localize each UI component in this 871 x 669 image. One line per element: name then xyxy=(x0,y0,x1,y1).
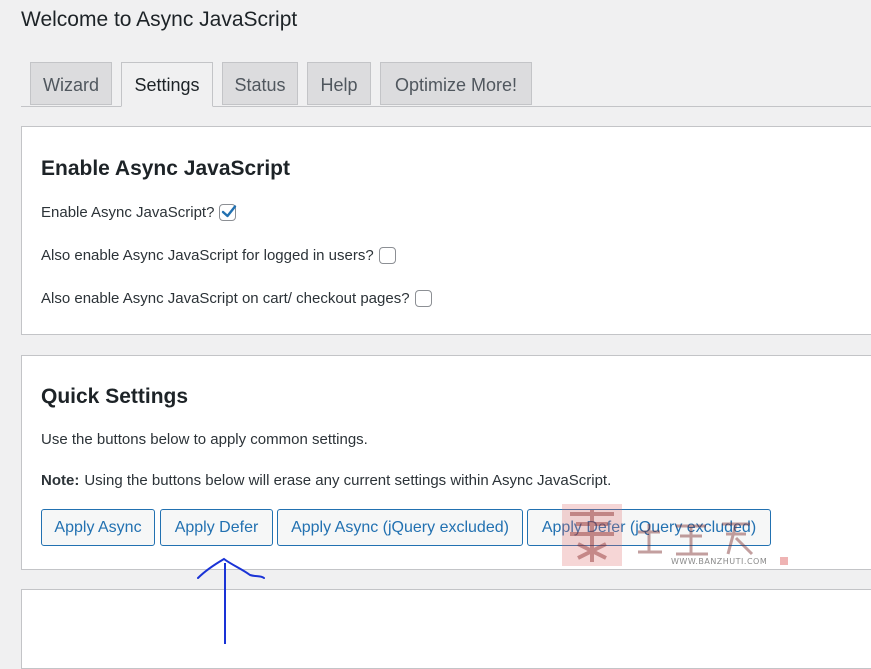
option-cart-checkout-label: Also enable Async JavaScript on cart/ ch… xyxy=(41,290,410,307)
option-logged-in-users: Also enable Async JavaScript for logged … xyxy=(41,247,396,264)
page-title: Welcome to Async JavaScript xyxy=(21,8,298,31)
logged-in-users-checkbox[interactable] xyxy=(378,247,396,264)
check-icon xyxy=(222,205,237,218)
apply-defer-button[interactable]: Apply Defer xyxy=(160,509,273,546)
tab-settings[interactable]: Settings xyxy=(121,62,213,107)
option-logged-in-users-label: Also enable Async JavaScript for logged … xyxy=(41,247,374,264)
option-enable-async-label: Enable Async JavaScript? xyxy=(41,204,215,221)
apply-async-button[interactable]: Apply Async xyxy=(41,509,155,546)
cart-checkout-checkbox[interactable] xyxy=(414,290,432,307)
apply-defer-jquery-excluded-button[interactable]: Apply Defer (jQuery excluded) xyxy=(527,509,771,546)
quick-settings-card: Quick Settings Use the buttons below to … xyxy=(21,355,871,570)
enable-async-card: Enable Async JavaScript Enable Async Jav… xyxy=(21,126,871,335)
tab-optimize-more[interactable]: Optimize More! xyxy=(380,62,532,105)
note-label: Note: xyxy=(41,472,80,489)
quick-settings-note: Note: Using the buttons below will erase… xyxy=(41,472,611,489)
enable-async-heading: Enable Async JavaScript xyxy=(41,157,291,180)
next-card xyxy=(21,589,871,669)
option-cart-checkout: Also enable Async JavaScript on cart/ ch… xyxy=(41,290,432,307)
tab-status[interactable]: Status xyxy=(222,62,298,105)
tab-wizard[interactable]: Wizard xyxy=(30,62,112,105)
apply-async-jquery-excluded-button[interactable]: Apply Async (jQuery excluded) xyxy=(277,509,523,546)
quick-settings-heading: Quick Settings xyxy=(41,385,189,408)
note-text: Using the buttons below will erase any c… xyxy=(84,472,612,489)
tab-help[interactable]: Help xyxy=(307,62,371,105)
settings-tabs: Wizard Settings Status Help Optimize Mor… xyxy=(21,62,871,107)
quick-settings-description: Use the buttons below to apply common se… xyxy=(41,431,368,448)
enable-async-checkbox[interactable] xyxy=(219,204,237,221)
option-enable-async: Enable Async JavaScript? xyxy=(41,204,237,221)
